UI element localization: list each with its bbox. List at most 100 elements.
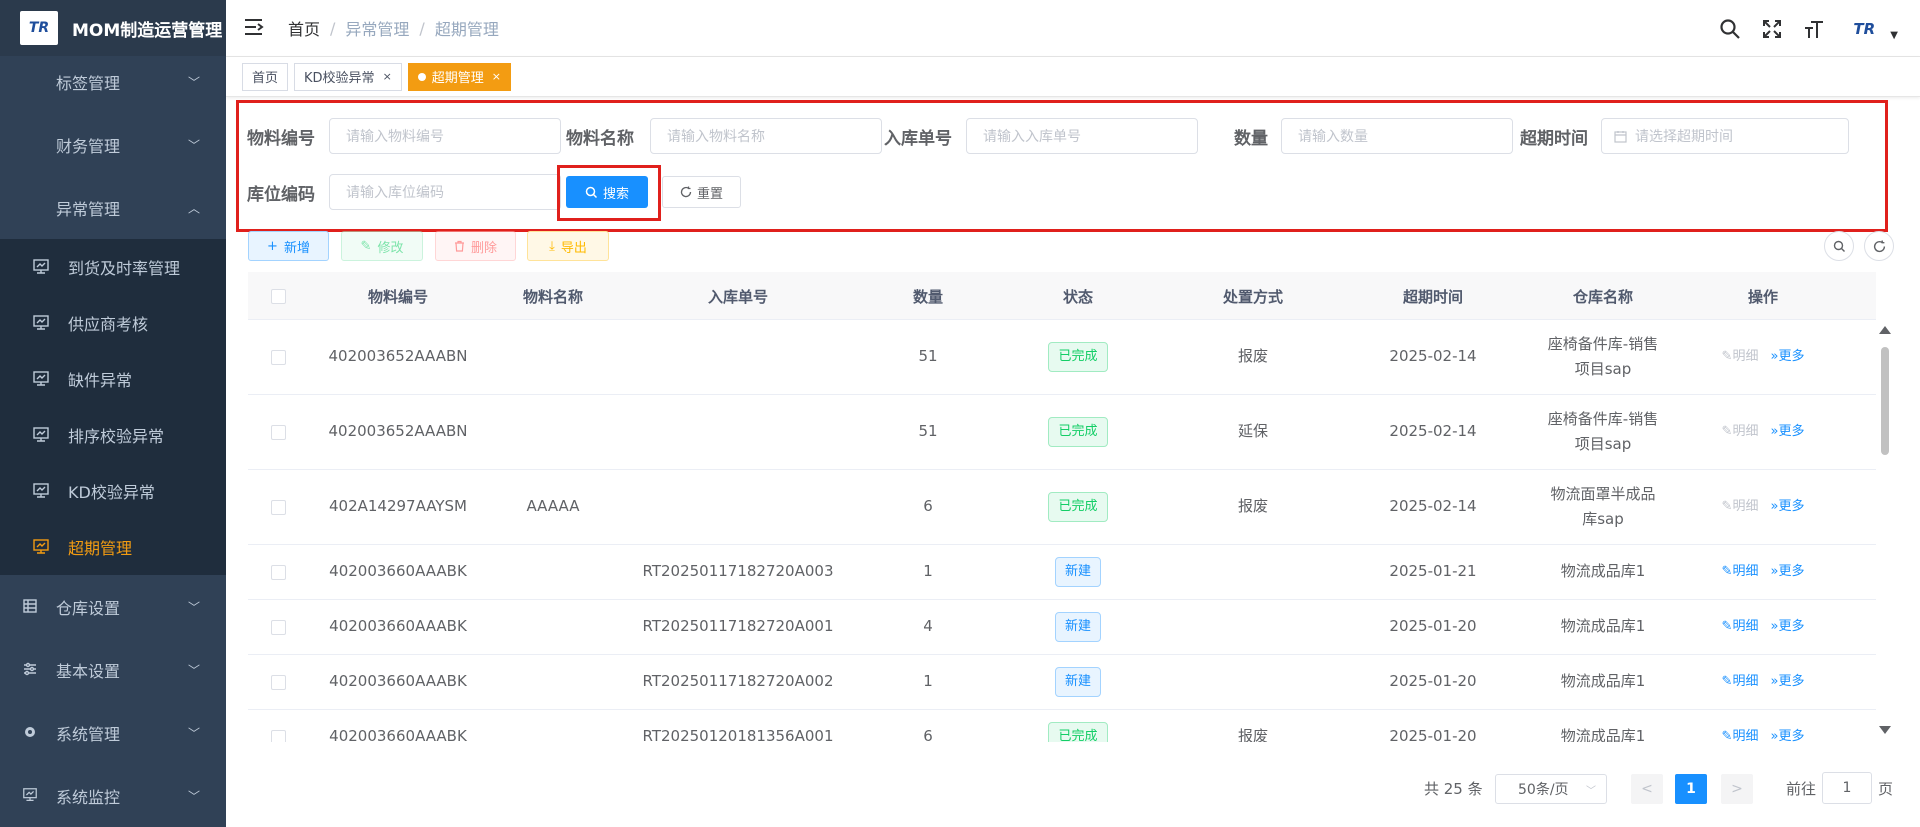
sidebar-item-sequence-check[interactable]: 排序校验异常 [0, 407, 226, 463]
detail-link[interactable]: ✎明细 [1722, 421, 1759, 443]
more-link[interactable]: »更多 [1770, 561, 1804, 583]
table-row[interactable]: 402003652AAABN 51 已完成 报废 2025-02-14 座椅备件库-销售项… [248, 320, 1876, 395]
delete-button[interactable]: 删除 [435, 231, 516, 261]
detail-link[interactable]: ✎明细 [1722, 671, 1759, 693]
cell-date: 2025-01-20 [1389, 727, 1477, 742]
row-checkbox[interactable] [270, 729, 286, 742]
detail-link[interactable]: ✎明细 [1722, 561, 1759, 583]
select-cell [248, 600, 308, 654]
sidebar-item-supplier-eval[interactable]: 供应商考核 [0, 295, 226, 351]
detail-link[interactable]: ✎明细 [1722, 726, 1759, 742]
search-button[interactable]: 搜索 [566, 176, 648, 208]
export-button[interactable]: ⤓ 导出 [527, 231, 609, 261]
edit-button[interactable]: ✎ 修改 [341, 231, 423, 261]
more-link[interactable]: »更多 [1770, 346, 1804, 368]
status-cell: 已完成 [998, 320, 1158, 394]
more-link[interactable]: »更多 [1770, 671, 1804, 693]
scroll-up-icon[interactable] [1879, 326, 1891, 334]
more-link[interactable]: »更多 [1770, 616, 1804, 638]
fullscreen-icon[interactable] [1760, 17, 1784, 41]
row-checkbox[interactable] [270, 619, 286, 635]
close-icon[interactable]: × [492, 70, 501, 83]
more-link[interactable]: »更多 [1770, 496, 1804, 518]
input-placeholder: 请输入物料编号 [346, 129, 444, 145]
table-scrollbar[interactable] [1878, 322, 1892, 742]
avatar[interactable]: TR [1844, 15, 1884, 43]
sidebar-item-finance[interactable]: 财务管理 ﹀ [0, 113, 226, 176]
sidebar-item-system-monitor[interactable]: 系统监控 ﹀ [0, 764, 226, 827]
detail-link[interactable]: ✎明细 [1722, 496, 1759, 518]
cell-name [488, 395, 618, 469]
cell-date: 2025-02-14 [1389, 497, 1477, 516]
detail-link[interactable]: ✎明细 [1722, 616, 1759, 638]
material-code-input[interactable]: 请输入物料编号 [329, 118, 561, 154]
tag-home[interactable]: 首页 [242, 62, 289, 91]
select-all-checkbox[interactable] [270, 288, 286, 304]
detail-label: 明细 [1732, 618, 1759, 634]
sidebar-item-exceptions[interactable]: 异常管理 ︿ [0, 176, 226, 239]
reset-button[interactable]: 重置 [662, 176, 741, 208]
refresh-button[interactable] [1864, 231, 1894, 261]
row-checkbox[interactable] [270, 499, 286, 515]
cell-date: 2025-02-14 [1389, 347, 1477, 366]
goto-page-input[interactable]: 1 [1822, 772, 1872, 804]
detail-label: 明细 [1732, 563, 1759, 579]
page-size-select[interactable]: 50条/页 ﹀ [1495, 774, 1607, 804]
detail-link[interactable]: ✎明细 [1722, 346, 1759, 368]
status-cell: 新建 [998, 655, 1158, 709]
table-row[interactable]: 402A14297AAYSM AAAAA 6 已完成 报废 2025-02-14 物流面罩半… [248, 470, 1876, 545]
menu-fold-icon[interactable] [244, 18, 266, 38]
breadcrumb-home[interactable]: 首页 [288, 16, 320, 40]
breadcrumb-exceptions[interactable]: 异常管理 [345, 16, 409, 40]
sidebar-item-arrival-rate[interactable]: 到货及时率管理 [0, 239, 226, 295]
overdue-date-picker[interactable]: 请选择超期时间 [1601, 118, 1849, 154]
more-link[interactable]: »更多 [1770, 726, 1804, 742]
sidebar-item-label: 标签管理 [56, 73, 121, 93]
actions-cell: ✎明细 »更多 [1688, 395, 1838, 469]
table-row[interactable]: 402003660AAABK RT20250117182720A002 1 新建 202… [248, 655, 1876, 710]
edit-icon: ✎ [1721, 618, 1733, 634]
page-number-current[interactable]: 1 [1675, 774, 1707, 804]
sidebar-item-basic-settings[interactable]: 基本设置 ﹀ [0, 638, 226, 701]
row-checkbox[interactable] [270, 564, 286, 580]
tag-overdue[interactable]: 超期管理 × [407, 62, 512, 91]
status-cell: 新建 [998, 600, 1158, 654]
row-checkbox[interactable] [270, 349, 286, 365]
cell-code: 402003660AAABK [329, 672, 467, 691]
search-icon[interactable] [1718, 17, 1742, 41]
sidebar-item-overdue[interactable]: 超期管理 [0, 519, 226, 575]
edit-icon: ✎ [1721, 348, 1733, 364]
row-checkbox[interactable] [270, 674, 286, 690]
tag-kd-check[interactable]: KD校验异常 × [294, 62, 402, 91]
next-page-button[interactable]: > [1721, 774, 1753, 804]
prev-page-button[interactable]: < [1631, 774, 1663, 804]
breadcrumb-separator: / [330, 18, 336, 38]
inbound-order-input[interactable]: 请输入入库单号 [966, 118, 1198, 154]
add-button[interactable]: + 新增 [248, 231, 329, 261]
cell-code: 402003652AAABN [328, 422, 468, 441]
caret-down-icon[interactable]: ▼ [1890, 30, 1898, 41]
location-code-input[interactable]: 请输入库位编码 [329, 174, 561, 210]
table-row[interactable]: 402003660AAABK RT20250117182720A001 4 新建 202… [248, 600, 1876, 655]
table-row[interactable]: 402003652AAABN 51 已完成 延保 2025-02-14 座椅备件库-销售项… [248, 395, 1876, 470]
sidebar-item-system-management[interactable]: 系统管理 ﹀ [0, 701, 226, 764]
row-checkbox[interactable] [270, 424, 286, 440]
more-link[interactable]: »更多 [1770, 421, 1804, 443]
font-size-icon[interactable] [1802, 17, 1826, 41]
app-title: MOM制造运营管理 [72, 20, 223, 41]
chevron-down-icon: ﹀ [187, 726, 200, 740]
sidebar-item-warehouse[interactable]: 仓库设置 ﹀ [0, 575, 226, 638]
detail-label: 明细 [1732, 498, 1759, 514]
scroll-down-icon[interactable] [1879, 726, 1891, 734]
toggle-search-button[interactable] [1824, 231, 1854, 261]
scroll-thumb[interactable] [1881, 347, 1889, 455]
breadcrumb-separator: / [419, 18, 425, 38]
close-icon[interactable]: × [383, 70, 392, 83]
material-name-input[interactable]: 请输入物料名称 [650, 118, 882, 154]
sidebar-item-kd-check[interactable]: KD校验异常 [0, 463, 226, 519]
quantity-input[interactable]: 请输入数量 [1281, 118, 1513, 154]
sidebar-item-tags[interactable]: 标签管理 ﹀ [0, 50, 226, 113]
table-row[interactable]: 402003660AAABK RT20250120181356A001 6 已完成 报废… [248, 710, 1876, 742]
table-row[interactable]: 402003660AAABK RT20250117182720A003 1 新建 202… [248, 545, 1876, 600]
sidebar-item-missing-parts[interactable]: 缺件异常 [0, 351, 226, 407]
